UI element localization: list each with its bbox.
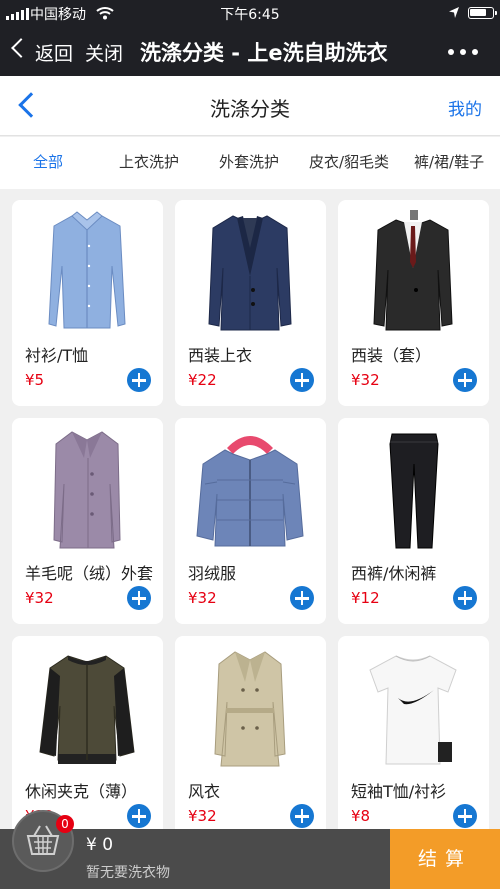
product-price: ¥5 (25, 371, 45, 389)
product-price: ¥32 (351, 371, 380, 389)
trousers-icon (389, 433, 439, 549)
tab-pants-skirts-shoes[interactable]: 裤/裙/鞋子 (414, 151, 484, 172)
checkout-button[interactable]: 结算 (390, 829, 500, 889)
tab-outerwear[interactable]: 外套洗护 (219, 151, 279, 172)
product-card[interactable]: 西装上衣 ¥22 (175, 200, 326, 406)
add-to-cart-icon[interactable] (453, 586, 477, 610)
back-button[interactable]: 返回 (35, 39, 73, 66)
product-card[interactable]: 羊毛呢（绒）外套 ¥32 (12, 418, 163, 624)
add-to-cart-icon[interactable] (290, 804, 314, 828)
product-price: ¥8 (351, 807, 371, 825)
trench-coat-icon (214, 651, 286, 767)
product-name: 西装上衣 (188, 346, 253, 365)
product-card[interactable]: 西裤/休闲裤 ¥12 (338, 418, 489, 624)
window-title: 洗涤分类 - 上e洗自助洗衣 (140, 41, 388, 65)
add-to-cart-icon[interactable] (290, 586, 314, 610)
location-arrow-icon (449, 7, 459, 18)
wool-coat-icon (53, 431, 121, 549)
product-card[interactable]: 短袖T恤/衬衫 ¥8 (338, 636, 489, 842)
battery-icon (468, 7, 497, 19)
down-jacket-icon (196, 436, 304, 547)
page-title: 洗涤分类 (210, 97, 290, 121)
more-options-icon[interactable] (448, 49, 478, 55)
add-to-cart-icon[interactable] (127, 804, 151, 828)
product-price: ¥32 (188, 589, 217, 607)
cart-count-badge: 0 (56, 815, 74, 833)
page-header: 洗涤分类 我的 (0, 76, 500, 136)
add-to-cart-icon[interactable] (290, 368, 314, 392)
product-price: ¥12 (351, 589, 380, 607)
cart-total: ¥ 0 (86, 835, 114, 855)
category-tabs: 全部 上衣洗护 外套洗护 皮衣/貂毛类 裤/裙/鞋子 (0, 137, 500, 189)
tab-all[interactable]: 全部 (33, 151, 63, 172)
product-name: 西装（套） (351, 346, 432, 365)
product-price: ¥22 (188, 371, 217, 389)
tshirt-icon (369, 655, 457, 765)
product-card[interactable]: 衬衫/T恤 ¥5 (12, 200, 163, 406)
cart-bar: ¥ 0 暂无要洗衣物 结算 (0, 829, 500, 889)
add-to-cart-icon[interactable] (453, 804, 477, 828)
product-name: 休闲夹克（薄） (25, 782, 138, 801)
cart-hint: 暂无要洗衣物 (86, 865, 170, 881)
product-price: ¥32 (188, 807, 217, 825)
product-name: 衬衫/T恤 (25, 346, 89, 365)
add-to-cart-icon[interactable] (127, 368, 151, 392)
suit-set-icon (373, 210, 453, 331)
product-name: 羽绒服 (188, 564, 237, 583)
product-name: 短袖T恤/衬衫 (351, 782, 447, 801)
product-price: ¥32 (25, 589, 54, 607)
tab-leather-fur[interactable]: 皮衣/貂毛类 (309, 151, 389, 172)
product-card[interactable]: 羽绒服 ¥32 (175, 418, 326, 624)
add-to-cart-icon[interactable] (127, 586, 151, 610)
add-to-cart-icon[interactable] (453, 368, 477, 392)
tab-tops[interactable]: 上衣洗护 (119, 151, 179, 172)
product-name: 羊毛呢（绒）外套 (25, 564, 153, 583)
close-button[interactable]: 关闭 (85, 39, 123, 66)
product-card[interactable]: 西装（套） ¥32 (338, 200, 489, 406)
product-name: 西裤/休闲裤 (351, 564, 437, 583)
bomber-jacket-icon (39, 655, 135, 764)
status-bar: 中国移动 下午6:45 (0, 0, 500, 26)
suit-jacket-icon (208, 215, 292, 331)
app-title-bar: 返回 关闭 洗涤分类 - 上e洗自助洗衣 (0, 26, 500, 76)
my-account-link[interactable]: 我的 (448, 95, 482, 120)
dress-shirt-icon (48, 211, 126, 329)
clock: 下午6:45 (220, 7, 280, 23)
back-arrow-icon[interactable] (11, 38, 31, 58)
product-name: 风衣 (188, 782, 221, 801)
product-card[interactable]: 风衣 ¥32 (175, 636, 326, 842)
